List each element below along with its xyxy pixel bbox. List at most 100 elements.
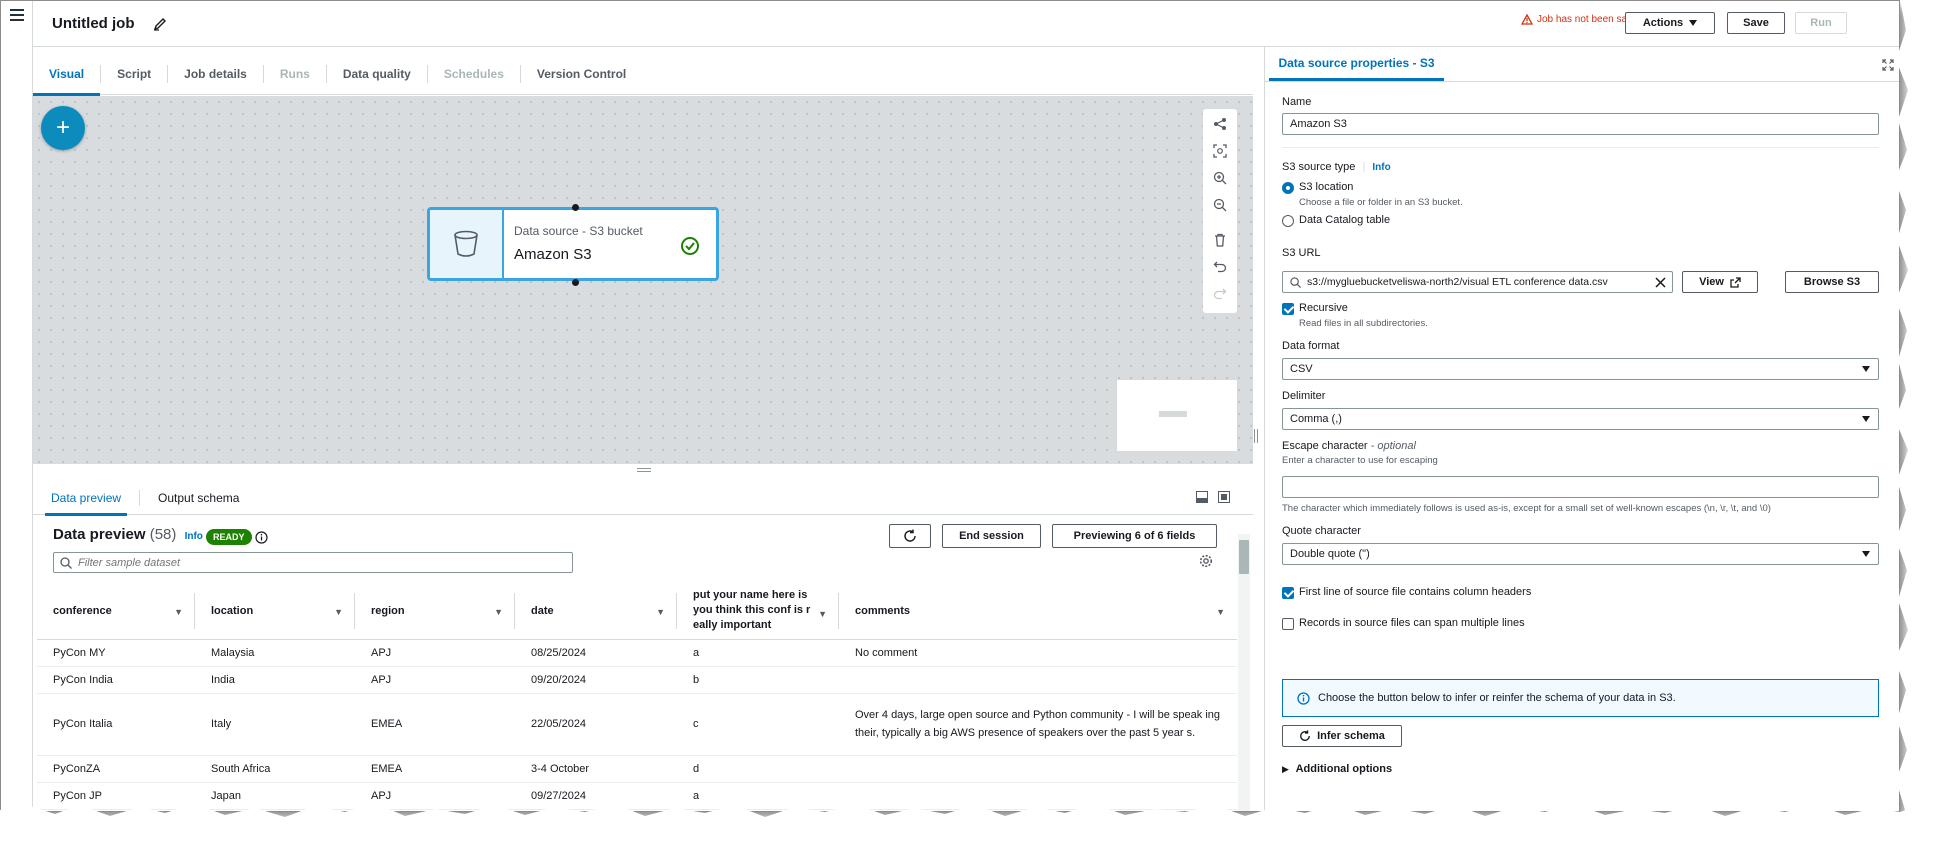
redo-icon[interactable] [1211,285,1229,303]
column-header[interactable]: date ▼ [515,583,677,640]
column-header[interactable]: region ▼ [355,583,515,640]
delimiter-select[interactable]: Comma (,) [1282,408,1879,430]
maximize-panel-icon[interactable] [1218,491,1230,503]
tab-schedules[interactable]: Schedules [428,64,521,83]
table-cell: c [677,693,839,756]
properties-panel: Data source properties - S3 Name Amazon … [1264,47,1899,811]
undo-icon[interactable] [1211,258,1229,276]
s3-url-input[interactable]: s3://mygluebucketveliswa-north2/visual E… [1282,271,1673,293]
data-format-select[interactable]: CSV [1282,358,1879,380]
table-cell: Italy [195,693,355,756]
table-cell: 08/25/2024 [515,639,677,667]
run-button[interactable]: Run [1795,12,1847,34]
column-header[interactable]: put your name here is you think this con… [677,583,839,640]
info-link[interactable]: Info [185,531,203,542]
table-cell: Over 4 days, large open source and Pytho… [839,693,1237,756]
data-preview-heading: Data preview [53,526,146,543]
delimiter-value: Comma (,) [1290,413,1342,425]
node-title: Amazon S3 [514,246,592,263]
table-cell: APJ [355,666,515,694]
column-header[interactable]: conference ▼ [37,583,195,640]
save-button[interactable]: Save [1727,12,1785,34]
tab-visual[interactable]: Visual [33,64,102,96]
table-cell: 3-4 October [515,755,677,783]
recursive-desc: Read files in all subdirectories. [1299,318,1428,329]
view-button[interactable]: View [1682,271,1758,293]
infer-schema-button[interactable]: Infer schema [1282,725,1402,747]
delete-icon[interactable] [1211,231,1229,249]
table-cell: No comment [839,639,1237,667]
side-resize-handle[interactable] [1253,429,1261,445]
canvas-toolbar [1203,109,1237,313]
recursive-label: Recursive [1299,302,1348,314]
table-cell: APJ [355,639,515,667]
filter-caret-icon[interactable]: ▼ [1216,607,1225,617]
table-cell: 22/05/2024 [515,693,677,756]
escape-label-text: Escape character [1282,440,1368,452]
source-type-label: S3 source type | Info [1282,161,1391,173]
table-cell: India [195,666,355,694]
tab-runs[interactable]: Runs [264,64,327,83]
search-icon [60,556,72,569]
radio-data-catalog[interactable] [1282,215,1294,227]
visual-canvas[interactable]: + Data source - S3 bucket Amazon S3 [33,96,1253,464]
settings-gear-icon[interactable] [1199,554,1213,568]
data-preview-table: conference ▼ location ▼ region ▼ date ▼ put … [37,583,1237,810]
edit-icon[interactable] [153,17,167,31]
s3-source-node[interactable]: Data source - S3 bucket Amazon S3 [427,204,719,286]
table-cell: PyCon MY [37,639,195,667]
refresh-button[interactable] [889,524,931,548]
tab-script[interactable]: Script [101,64,169,83]
name-input[interactable]: Amazon S3 [1282,113,1879,135]
column-header-label: conference [53,604,112,617]
filter-input[interactable] [78,556,558,569]
tab-data-source-properties[interactable]: Data source properties - S3 [1269,47,1444,81]
recursive-checkbox[interactable] [1282,303,1294,315]
end-session-button[interactable]: End session [942,524,1041,548]
table-row: PyCon India India APJ 09/20/2024 b [37,666,1237,694]
filter-caret-icon[interactable]: ▼ [174,607,183,617]
header-row-checkbox[interactable] [1282,587,1294,599]
filter-caret-icon[interactable]: ▼ [656,607,665,617]
panel-resize-handle[interactable] [33,464,1253,476]
infer-info-text: Choose the button below to infer or rein… [1318,692,1676,704]
filter-caret-icon[interactable]: ▼ [494,607,503,617]
optional-tag: - optional [1370,440,1416,452]
split-bottom-icon[interactable] [1196,491,1208,503]
tab-job-details[interactable]: Job details [168,64,264,83]
clear-icon[interactable] [1655,277,1666,288]
tab-data-quality[interactable]: Data quality [327,64,428,83]
previewing-fields-button[interactable]: Previewing 6 of 6 fields [1052,524,1217,548]
filter-caret-icon[interactable]: ▼ [334,607,343,617]
tab-version-control[interactable]: Version Control [521,65,642,83]
radio-s3-location[interactable] [1282,182,1294,194]
additional-options-toggle[interactable]: ▶ Additional options [1282,763,1392,775]
escape-input[interactable] [1282,476,1879,498]
column-header[interactable]: location ▼ [195,583,355,640]
table-cell: PyCon Italia [37,693,195,756]
node-output-port[interactable] [572,279,579,286]
browse-s3-button[interactable]: Browse S3 [1785,271,1879,293]
actions-button[interactable]: Actions [1625,12,1715,34]
info-link[interactable]: Info [1372,162,1390,173]
quote-value: Double quote (") [1290,548,1370,560]
info-circle-icon [1297,691,1310,705]
add-node-button[interactable]: + [41,106,85,150]
zoom-out-icon[interactable] [1211,196,1229,214]
tab-data-preview[interactable]: Data preview [33,489,141,516]
warning-icon [1521,14,1533,25]
column-header[interactable]: comments ▼ [839,583,1237,640]
minimap[interactable] [1116,379,1238,452]
quote-select[interactable]: Double quote (") [1282,543,1879,565]
node-input-port[interactable] [572,204,579,211]
table-scrollbar[interactable] [1238,534,1250,811]
zoom-in-icon[interactable] [1211,169,1229,187]
multiline-checkbox[interactable] [1282,618,1294,630]
tab-output-schema[interactable]: Output schema [140,490,257,506]
info-circle-icon[interactable] [255,531,268,544]
fit-view-icon[interactable] [1211,142,1229,160]
layout-icon[interactable] [1211,115,1229,133]
menu-icon[interactable] [10,9,24,21]
actions-label: Actions [1642,17,1684,29]
filter-caret-icon[interactable]: ▼ [818,607,827,622]
